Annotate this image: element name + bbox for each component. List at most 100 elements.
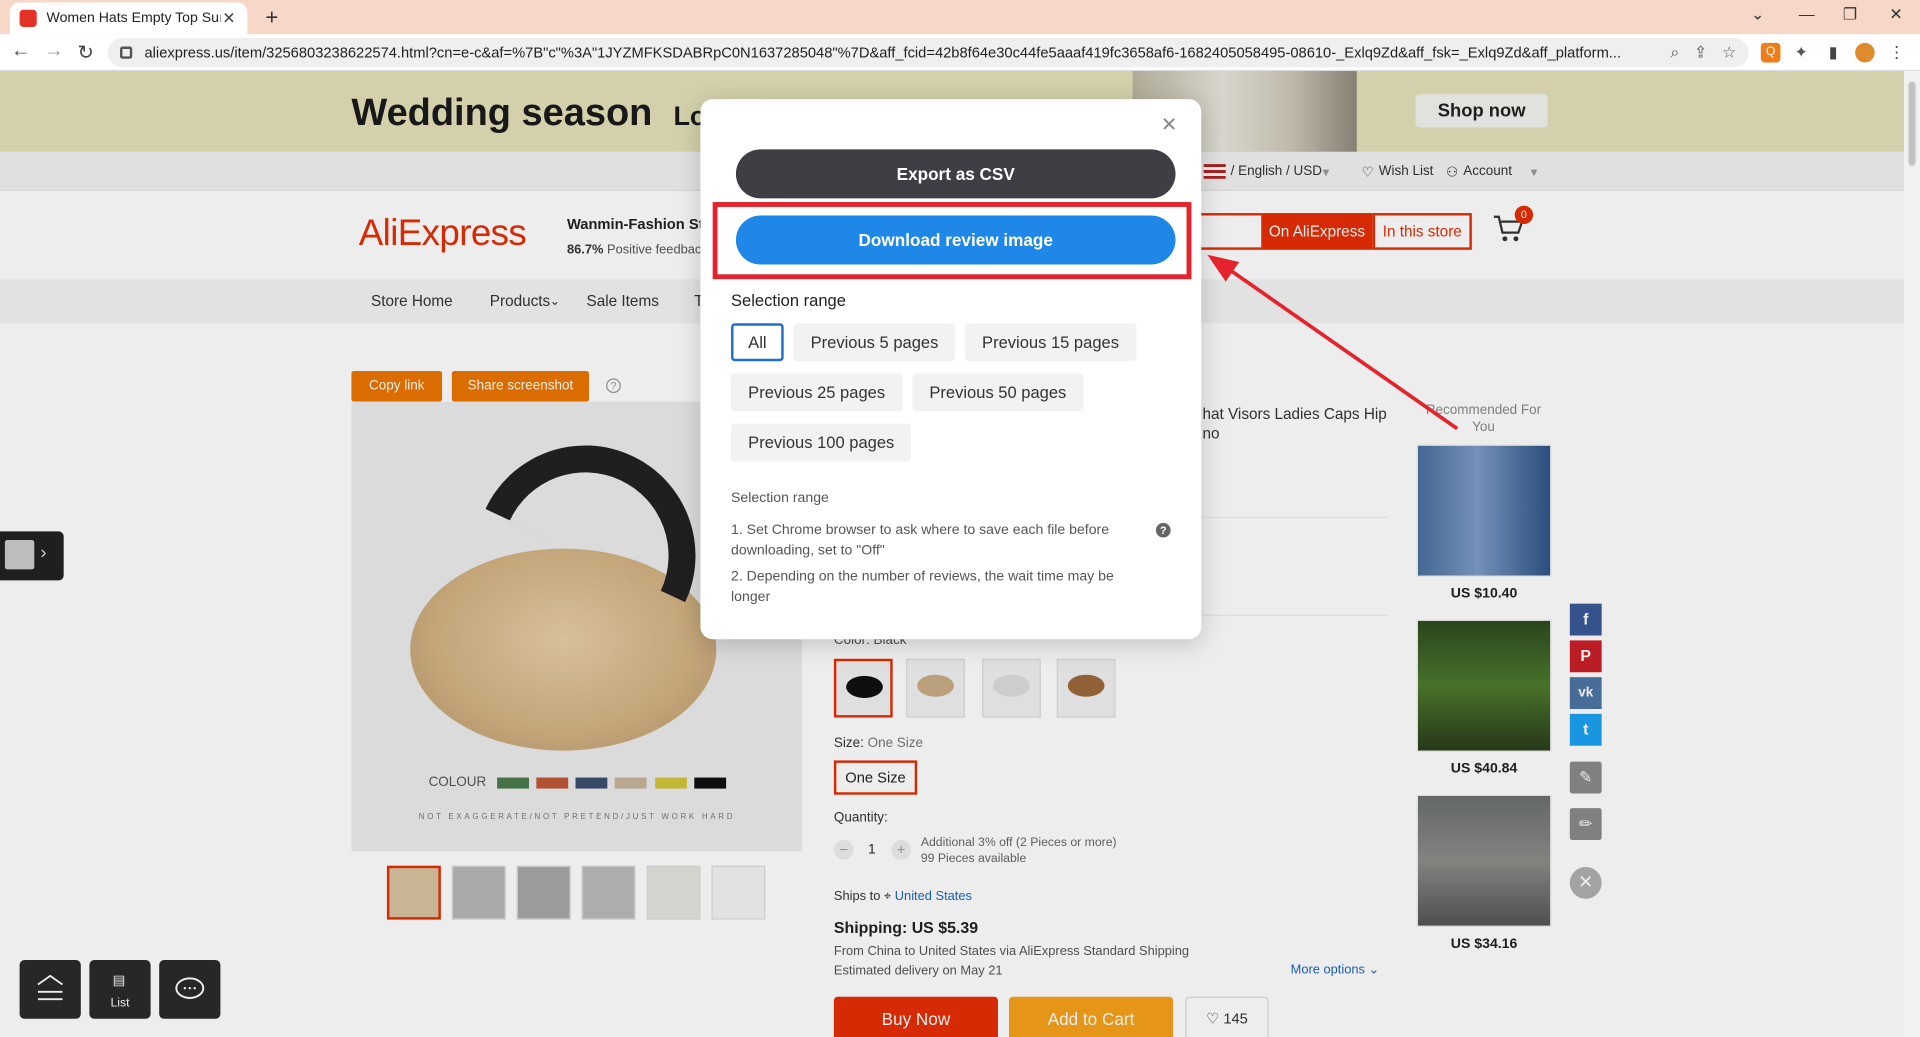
shop-now-button[interactable]: Shop now — [1415, 94, 1548, 128]
menu-lines-icon — [37, 974, 63, 1001]
extension-icon[interactable]: Q — [1760, 42, 1781, 63]
wishlist-count: 145 — [1223, 1010, 1248, 1028]
thumbnail[interactable] — [451, 865, 506, 920]
store-nav-sale-items[interactable]: Sale Items — [587, 293, 659, 310]
image-swatch — [536, 777, 569, 789]
store-name[interactable]: Wanmin-Fashion St — [567, 216, 704, 233]
kebab-menu-icon[interactable]: ⋮ — [1887, 43, 1907, 63]
wishlist-link[interactable]: Wish List — [1379, 164, 1434, 179]
image-swatch — [614, 777, 647, 789]
modal-close-icon[interactable]: ✕ — [1161, 113, 1177, 137]
back-icon[interactable]: ← — [9, 40, 33, 62]
sidepanel-icon[interactable]: ▮ — [1823, 43, 1843, 63]
restore-icon[interactable]: ❐ — [1843, 5, 1857, 25]
tab-close-icon[interactable]: ✕ — [220, 9, 237, 29]
search-input[interactable] — [1193, 213, 1262, 250]
recommended-item-image[interactable] — [1416, 794, 1552, 927]
page-scrollbar[interactable] — [1904, 71, 1920, 1037]
language-currency-selector[interactable]: / English / USD — [1231, 164, 1322, 179]
aliexpress-logo[interactable]: AliExpress — [359, 213, 527, 255]
browser-tab[interactable]: Women Hats Empty Top Summ ✕ — [9, 2, 248, 35]
help-question-icon[interactable]: ? — [1155, 522, 1171, 538]
range-option-5[interactable]: Previous 5 pages — [793, 323, 956, 362]
cart-count-badge: 0 — [1514, 205, 1534, 225]
account-chevron-icon: ▾ — [1530, 165, 1538, 181]
thumbnail[interactable] — [516, 865, 571, 920]
thumbnail[interactable] — [581, 865, 636, 920]
download-review-image-button[interactable]: Download review image — [735, 215, 1176, 265]
scrollbar-thumb[interactable] — [1907, 80, 1917, 167]
more-options-link[interactable]: More options ⌄ — [1291, 962, 1380, 977]
help-icon[interactable]: ? — [606, 378, 621, 394]
pinterest-share-icon[interactable]: P — [1569, 640, 1602, 673]
chevron-down-icon: ▾ — [1322, 165, 1330, 181]
recommended-item-price[interactable]: US $10.40 — [1417, 587, 1552, 602]
range-option-15[interactable]: Previous 15 pages — [964, 323, 1137, 362]
export-csv-button[interactable]: Export as CSV — [735, 149, 1176, 199]
thumbnail[interactable] — [386, 865, 441, 920]
store-nav-store-home[interactable]: Store Home — [371, 293, 453, 310]
url-bar[interactable]: aliexpress.us/item/3256803238622574.html… — [107, 37, 1749, 68]
range-option-all[interactable]: All — [731, 323, 784, 362]
recommended-item-image[interactable] — [1416, 619, 1552, 752]
account-link[interactable]: Account — [1463, 164, 1512, 179]
list-button-label: List — [110, 996, 130, 1011]
profile-avatar-icon[interactable] — [1855, 42, 1875, 63]
notes-title: Selection range — [731, 491, 829, 506]
color-option-brown[interactable] — [1056, 658, 1116, 718]
copy-link-button[interactable]: Copy link — [351, 371, 443, 402]
reload-icon[interactable]: ↻ — [73, 40, 97, 64]
add-to-cart-button[interactable]: Add to Cart — [1008, 996, 1174, 1037]
range-option-50[interactable]: Previous 50 pages — [912, 373, 1084, 412]
share-icon[interactable]: ⇪ — [1694, 43, 1707, 63]
thumbnail[interactable] — [711, 865, 766, 920]
buy-now-button[interactable]: Buy Now — [833, 996, 998, 1037]
range-option-25[interactable]: Previous 25 pages — [731, 373, 903, 412]
share-screenshot-button[interactable]: Share screenshot — [451, 371, 589, 402]
side-widget[interactable]: › — [0, 531, 64, 581]
quantity-label: Quantity: — [833, 810, 888, 826]
new-tab-button[interactable]: + — [260, 5, 284, 31]
extensions-puzzle-icon[interactable]: ✦ — [1791, 43, 1811, 63]
quantity-minus-button[interactable]: − — [833, 840, 854, 860]
range-option-100[interactable]: Previous 100 pages — [731, 423, 912, 462]
size-option-one-size[interactable]: One Size — [833, 760, 918, 795]
quantity-value[interactable]: 1 — [868, 842, 876, 857]
window-close-icon[interactable]: ✕ — [1889, 5, 1902, 25]
tab-title: Women Hats Empty Top Summ — [46, 11, 221, 26]
list-button[interactable]: ▤ List — [89, 960, 151, 1019]
chat-button[interactable] — [159, 960, 221, 1019]
thumbnail[interactable] — [646, 865, 701, 920]
vk-share-icon[interactable]: vk — [1569, 677, 1602, 709]
close-circle-icon[interactable]: ✕ — [1569, 866, 1602, 899]
color-option-white[interactable] — [982, 658, 1041, 718]
pencil-icon[interactable]: ✏ — [1569, 808, 1602, 841]
ships-to-country-link[interactable]: United States — [895, 889, 972, 904]
recommended-item-image[interactable] — [1416, 444, 1552, 577]
recommended-item-price[interactable]: US $34.16 — [1417, 937, 1552, 952]
image-tagline: NOT EXAGGERATE/NOT PRETEND/JUST WORK HAR… — [418, 813, 736, 822]
review-export-modal: ✕ Export as CSV Download review image Se… — [700, 99, 1202, 640]
bookmark-star-icon[interactable]: ☆ — [1722, 43, 1736, 63]
quantity-plus-button[interactable]: + — [891, 840, 912, 860]
scroll-top-button[interactable] — [19, 960, 81, 1019]
facebook-share-icon[interactable]: f — [1569, 603, 1602, 636]
url-text[interactable]: aliexpress.us/item/3256803238622574.html… — [144, 44, 1655, 61]
search-on-aliexpress-button[interactable]: On AliExpress — [1261, 213, 1373, 250]
size-label: Size: One Size — [834, 736, 923, 751]
wishlist-button[interactable]: ♡ 145 — [1185, 996, 1269, 1037]
recommended-item-price[interactable]: US $40.84 — [1417, 762, 1552, 777]
color-option-black[interactable] — [833, 658, 893, 718]
tab-search-icon[interactable]: ⌄ — [1751, 5, 1764, 25]
quantity-available: 99 Pieces available — [920, 852, 1027, 866]
edit-note-icon[interactable]: ✎ — [1569, 761, 1602, 794]
twitter-share-icon[interactable]: t — [1569, 713, 1602, 746]
forward-icon[interactable]: → — [42, 40, 66, 62]
color-option-beige[interactable] — [906, 658, 965, 718]
minimize-icon[interactable]: — — [1799, 5, 1815, 23]
cart-icon[interactable]: 0 — [1491, 205, 1534, 245]
zoom-icon[interactable]: ⌕ — [1670, 43, 1679, 63]
ships-to-label: Ships to — [833, 888, 881, 904]
store-nav-products[interactable]: Products — [490, 293, 550, 310]
search-in-store-button[interactable]: In this store — [1372, 213, 1472, 250]
